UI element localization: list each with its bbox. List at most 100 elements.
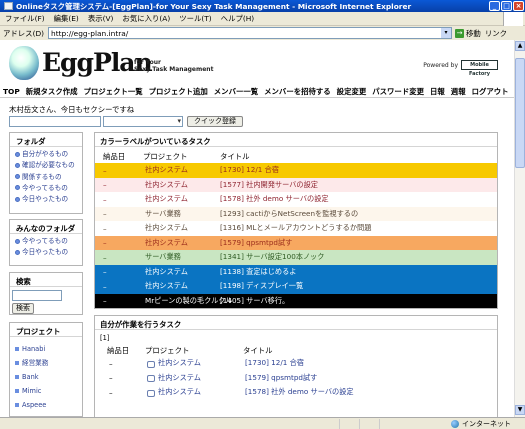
nav-invite-member[interactable]: メンバーを招待する [264,86,331,97]
project-panel-title: プロジェクト [10,323,82,337]
table-row[interactable]: – 社内システム [1578] 社外 demo サーバの設定 [95,385,497,400]
cell-due: – [103,281,107,291]
cell-title[interactable]: [1579] qpsmtpd試す [245,373,497,383]
table-row[interactable]: – サーバ業務 [1293] cactiからNetScreenを監視するの [95,206,497,221]
scroll-down-icon[interactable]: ▼ [515,405,525,415]
cell-due: – [103,209,107,219]
my-tasks-title: 自分が作業を行うタスク [95,316,497,330]
project-item[interactable]: Mimic [15,384,79,398]
project-bullet-icon [15,375,19,379]
project-bullet-icon [15,389,19,393]
project-label: Bank [22,373,39,381]
table-row[interactable]: – 社内システム [1579] qpsmtpd試す [95,371,497,386]
cell-title[interactable]: [1730] 12/1 合宿 [220,165,497,175]
address-input[interactable]: http://egg-plan.intra/ ▾ [48,27,453,39]
search-input[interactable] [12,290,62,301]
go-button[interactable]: → 移動 [455,28,481,39]
menu-favorites[interactable]: お気に入り(A) [122,13,170,24]
project-item[interactable]: Hanabi [15,342,79,356]
powered-by-label: Powered by [423,61,458,69]
cell-title[interactable]: [1578] 社外 demo サーバの設定 [220,194,497,204]
table-row[interactable]: – 社内システム [1198] ディスプレイ一覧 [95,279,497,294]
folder-bullet-icon [15,174,20,180]
search-button[interactable]: 検索 [12,303,34,314]
cell-project: サーバ業務 [145,208,181,218]
quick-project-select[interactable] [103,116,183,127]
table-row[interactable]: – Mrピーンの製の毛クルクル [1405] サーバ移行。 [95,293,497,308]
scroll-up-icon[interactable]: ▲ [515,41,525,51]
table-row[interactable]: – 社内システム [1730] 12/1 合宿 [95,163,497,178]
nav-new-task[interactable]: 新規タスク作成 [26,86,78,97]
cell-project[interactable]: 社内システム [147,358,245,368]
table-row[interactable]: – 社内システム [1578] 社外 demo サーバの設定 [95,192,497,207]
project-bullet-icon [15,361,19,365]
cell-project: 社内システム [145,194,188,204]
folder-item[interactable]: 今やってるもの [15,183,79,194]
cell-title[interactable]: [1579] qpsmtpd試す [220,238,497,248]
nav-change-password[interactable]: パスワード変更 [372,86,424,97]
vertical-scrollbar[interactable]: ▲ ▼ [514,40,525,417]
cell-project[interactable]: 社内システム [147,387,245,397]
quick-register-button[interactable]: クイック登録 [187,116,243,127]
table-row[interactable]: – 社内システム [1579] qpsmtpd試す [95,235,497,250]
menu-edit[interactable]: 編集(E) [54,13,79,24]
table-row[interactable]: – 社内システム [1730] 12/1 合宿 [95,356,497,371]
project-item[interactable]: Bank [15,370,79,384]
cell-title[interactable]: [1341] サーバ設定100本ノック [220,252,497,262]
menu-file[interactable]: ファイル(F) [5,13,45,24]
cell-project: 社内システム [145,179,188,189]
shared-folder-item[interactable]: 今日やったもの [15,247,79,258]
nav-add-project[interactable]: プロジェクト追加 [149,86,208,97]
table-row[interactable]: – 社内システム [1316] MLとメールアカウントどうするか問題 [95,221,497,236]
folder-item[interactable]: 自分がやるもの [15,149,79,160]
project-label: 経営業務 [22,359,49,367]
cell-title[interactable]: [1577] 社内開発サーバの設定 [220,180,497,190]
project-item[interactable]: 経営業務 [15,356,79,370]
colored-tasks-rows: – 社内システム [1730] 12/1 合宿 – 社内システム [1577] 社内開発サ… [95,163,497,308]
cell-due: – [103,238,107,248]
nav-weekly-report[interactable]: 週報 [451,86,466,97]
links-button[interactable]: リンク [485,28,507,39]
table-row[interactable]: – 社内システム [1138] 査定はじめるよ [95,264,497,279]
cell-project: 社内システム [145,266,188,276]
company-logo: Mobile Factory [461,60,498,77]
folder-bullet-icon [15,185,20,191]
nav-top[interactable]: TOP [3,87,20,96]
menu-tools[interactable]: ツール(T) [179,13,211,24]
cell-title[interactable]: [1405] サーバ移行。 [220,296,497,306]
tagline-line-1: for Your [134,59,161,66]
cell-title[interactable]: [1138] 査定はじめるよ [220,267,497,277]
nav-logout[interactable]: ログアウト [472,86,509,97]
cell-title[interactable]: [1730] 12/1 合宿 [245,358,497,368]
nav-daily-report[interactable]: 日報 [430,86,445,97]
maximize-button[interactable]: □ [501,1,512,11]
shared-folder-item[interactable]: 今やってるもの [15,236,79,247]
address-dropdown-icon[interactable]: ▾ [441,28,452,38]
menu-help[interactable]: ヘルプ(H) [221,13,255,24]
cell-title[interactable]: [1316] MLとメールアカウントどうするか問題 [220,223,497,233]
minimize-button[interactable]: _ [489,1,500,11]
cell-title[interactable]: [1578] 社外 demo サーバの設定 [245,387,497,397]
nav-member-list[interactable]: メンバー一覧 [214,86,258,97]
folder-item[interactable]: 確認が必要なもの [15,160,79,171]
table-row[interactable]: – 社内システム [1577] 社内開発サーバの設定 [95,177,497,192]
cell-title[interactable]: [1293] cactiからNetScreenを監視するの [220,209,497,219]
colored-tasks-box: カラーラベルがついているタスク 納品日 プロジェクト タイトル – 社内システム [… [94,132,498,309]
go-label: 移動 [466,28,481,38]
window-title: Onlineタスク管理システム-[EggPlan]-for Your Sexy … [16,1,412,11]
window-titlebar[interactable]: Onlineタスク管理システム-[EggPlan]-for Your Sexy … [0,0,525,12]
project-item[interactable]: Aspeee [15,398,79,412]
menu-view[interactable]: 表示(V) [88,13,114,24]
folder-item[interactable]: 関係するもの [15,172,79,183]
header-project: プロジェクト [143,152,188,161]
folder-item[interactable]: 今日やったもの [15,194,79,205]
cell-title[interactable]: [1198] ディスプレイ一覧 [220,281,497,291]
nav-settings[interactable]: 設定変更 [337,86,367,97]
scroll-thumb[interactable] [515,58,525,168]
quick-register: クイック登録 [9,116,243,127]
quick-task-input[interactable] [9,116,101,127]
table-row[interactable]: – サーバ業務 [1341] サーバ設定100本ノック [95,250,497,265]
cell-project[interactable]: 社内システム [147,373,245,383]
close-button[interactable]: × [513,1,524,11]
nav-project-list[interactable]: プロジェクト一覧 [84,86,143,97]
